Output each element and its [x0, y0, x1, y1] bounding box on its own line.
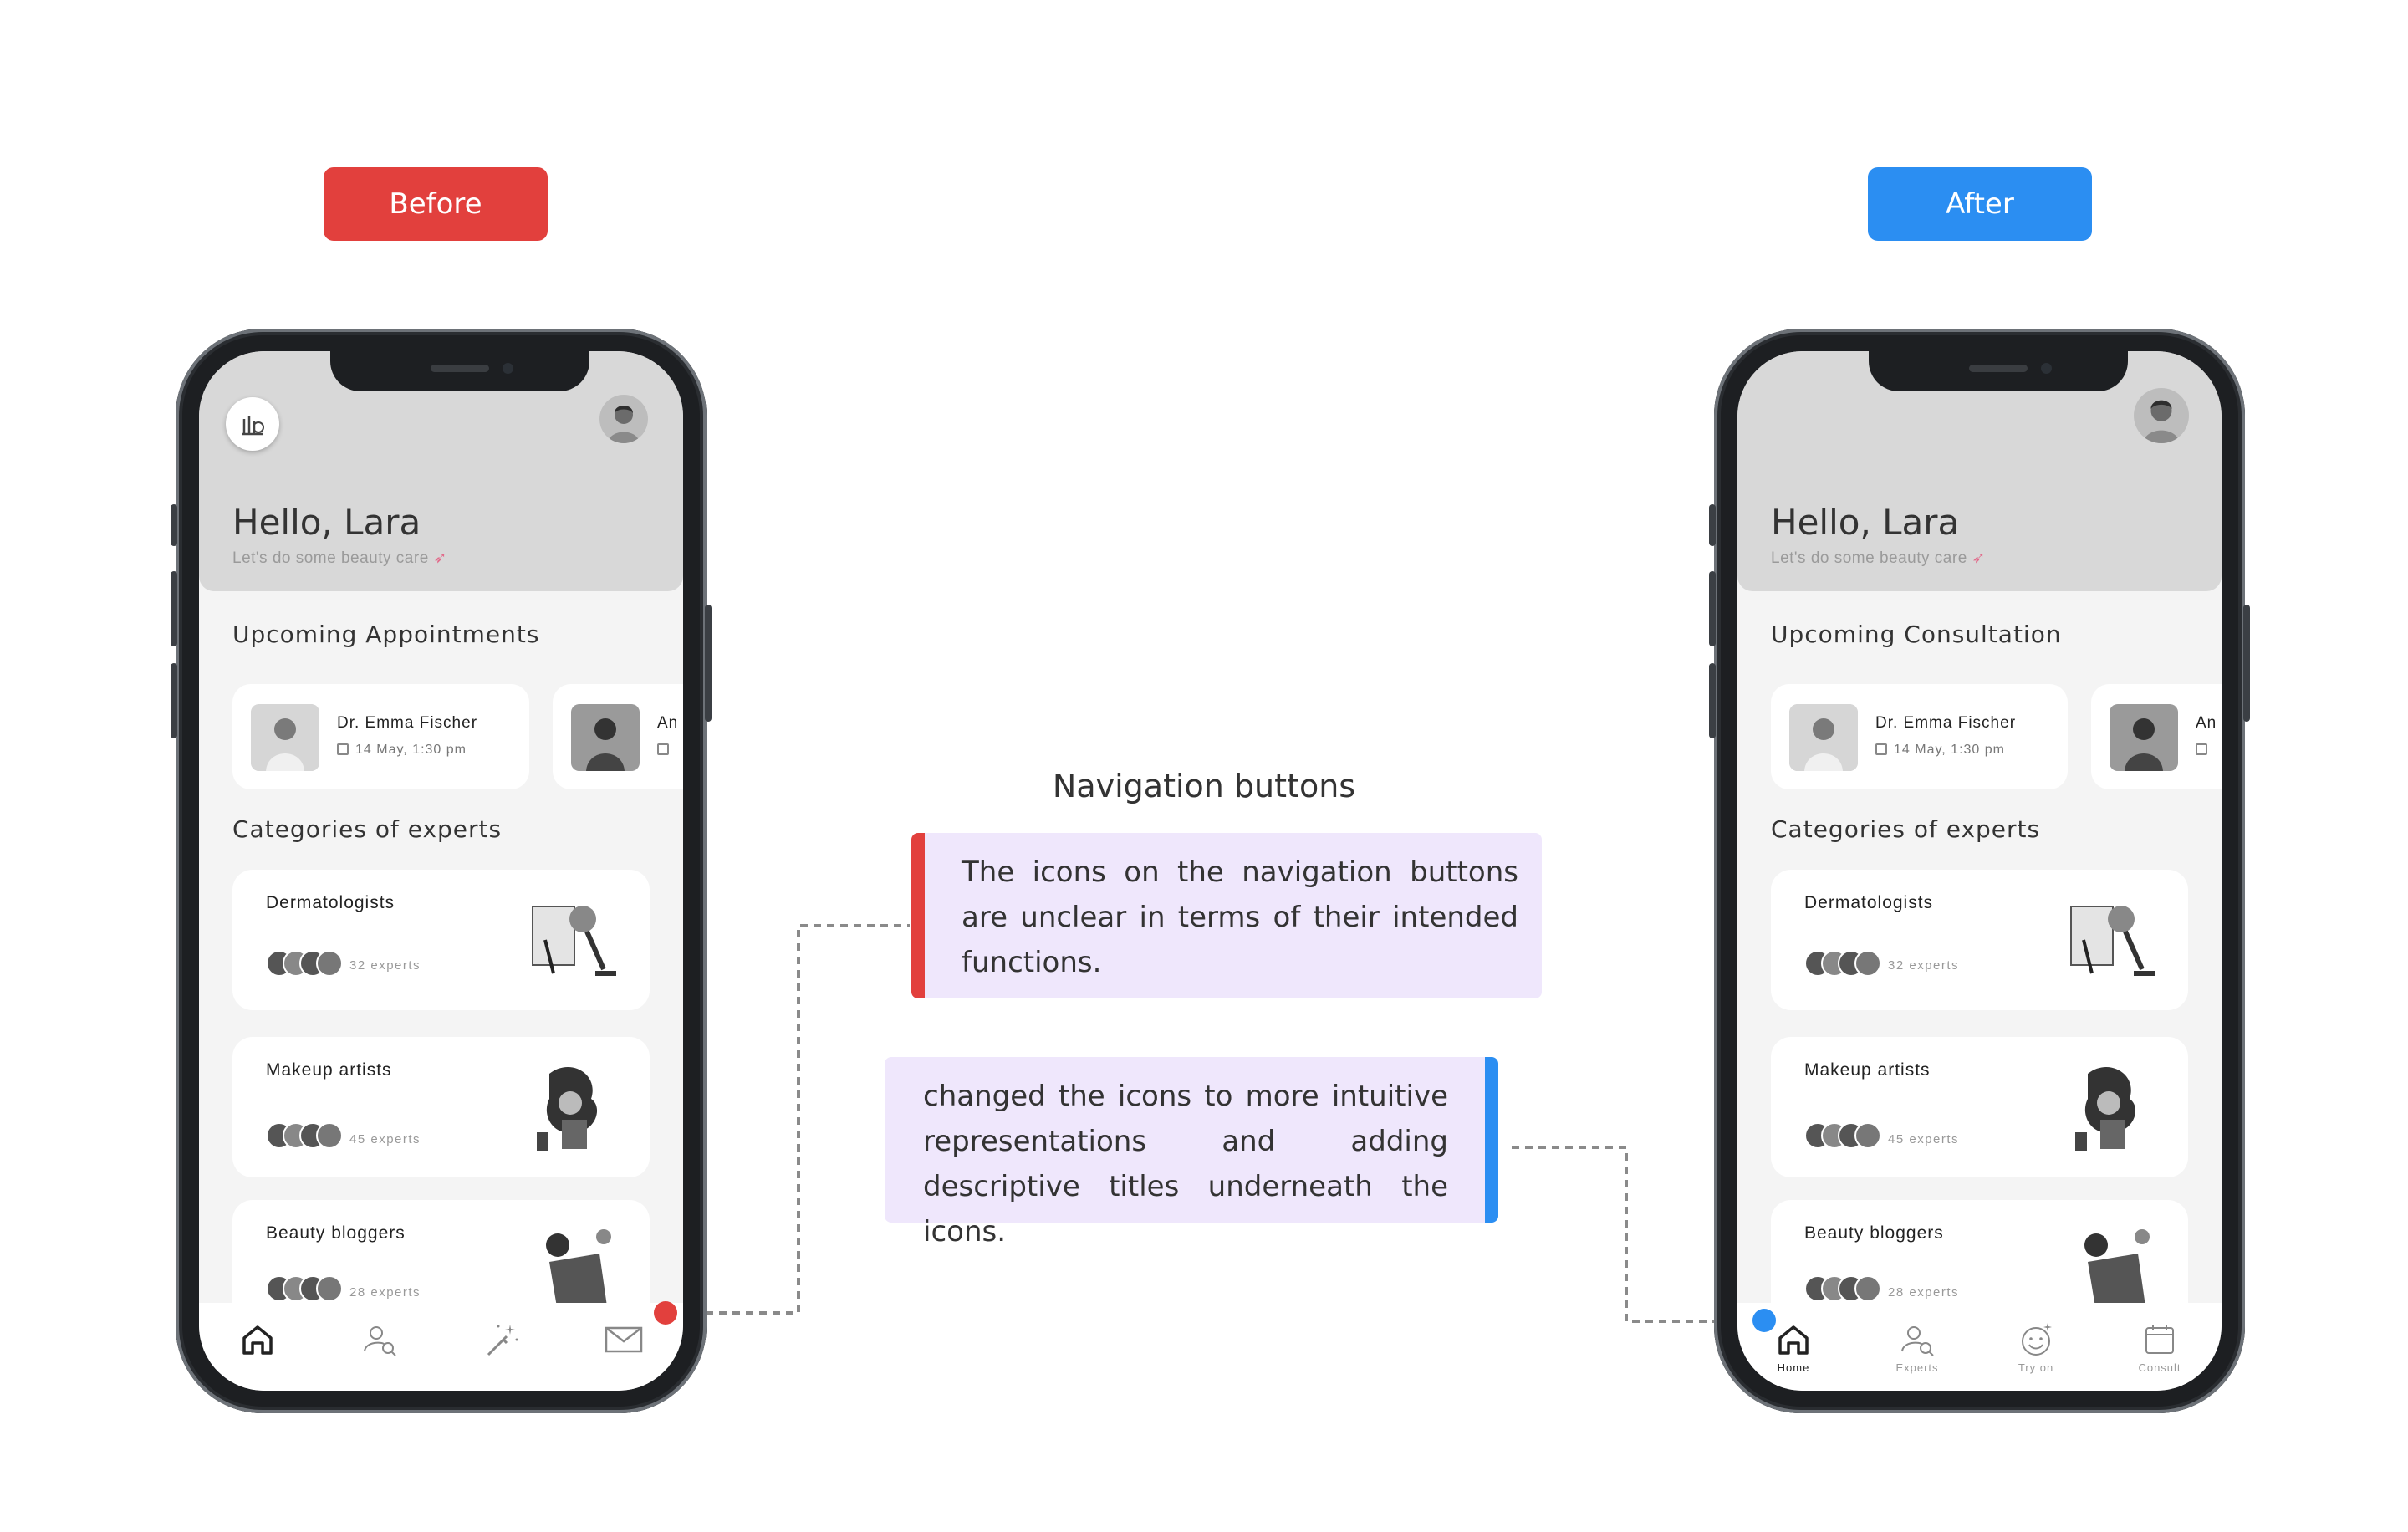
makeup-artist-illustration — [2075, 1066, 2136, 1151]
nav-label: Consult — [2138, 1361, 2181, 1374]
appointments-title: Upcoming Appointments — [232, 620, 540, 648]
category-count: 32 experts — [349, 958, 421, 973]
microscope-illustration — [532, 906, 616, 976]
greeting: Hello, Lara — [232, 502, 421, 543]
categories-title: Categories of experts — [232, 815, 503, 843]
before-label: Before — [324, 167, 548, 241]
expert-avatars — [266, 1122, 343, 1152]
nav-home[interactable] — [216, 1303, 299, 1391]
after-marker — [1752, 1309, 1776, 1332]
greeting-subtitle: Let's do some beauty care ➶ — [1771, 549, 1986, 567]
after-label: After — [1868, 167, 2092, 241]
nav-experts[interactable]: Experts — [1875, 1303, 1959, 1391]
category-title: Makeup artists — [266, 1060, 392, 1080]
doctor-name: Dr. Emma Fischer — [1875, 714, 2017, 732]
doctor-photo — [571, 704, 640, 771]
profile-avatar[interactable] — [599, 395, 648, 443]
nav-label: Try on — [2018, 1361, 2054, 1374]
category-count: 28 experts — [1888, 1285, 1960, 1300]
category-card-makeup-artists[interactable]: Makeup artists 45 experts — [232, 1037, 650, 1177]
app-screen: Hello, Lara Let's do some beauty care ➶ … — [1737, 351, 2222, 1391]
home-icon — [242, 1325, 273, 1355]
category-title: Beauty bloggers — [266, 1223, 406, 1243]
app-logo[interactable] — [226, 397, 279, 451]
bottom-navigation: Home Experts Try on Consult — [1737, 1303, 2222, 1391]
appointment-date: 14 May, 1:30 pm — [337, 743, 467, 758]
nav-consult[interactable]: Consult — [2118, 1303, 2201, 1391]
rocket-icon: ➶ — [433, 549, 447, 567]
doctor-photo — [2110, 704, 2178, 771]
makeup-artist-illustration — [537, 1066, 598, 1151]
appointment-card[interactable]: An — [2091, 684, 2222, 789]
expert-avatars — [1804, 1122, 1881, 1152]
category-card-dermatologists[interactable]: Dermatologists 32 experts — [232, 870, 650, 1010]
nav-experts[interactable] — [338, 1303, 421, 1391]
nav-messages[interactable] — [582, 1303, 666, 1391]
profile-avatar[interactable] — [2134, 388, 2189, 443]
category-title: Dermatologists — [1804, 893, 1934, 912]
app-screen: Hello, Lara Let's do some beauty care ➶ … — [199, 351, 683, 1391]
appointment-date: 14 May, 1:30 pm — [1875, 743, 2005, 758]
greeting-subtitle: Let's do some beauty care ➶ — [232, 549, 447, 567]
category-title: Makeup artists — [1804, 1060, 1931, 1080]
category-count: 32 experts — [1888, 958, 1960, 973]
before-marker — [654, 1301, 677, 1325]
search-user-icon — [1901, 1326, 1934, 1356]
solution-note: changed the icons to more intuitive repr… — [885, 1057, 1498, 1249]
rocket-icon: ➶ — [1972, 549, 1986, 567]
nav-try-on[interactable] — [460, 1303, 543, 1391]
nav-try-on[interactable]: Try on — [1994, 1303, 2078, 1391]
categories-title: Categories of experts — [1771, 815, 2041, 843]
category-card-dermatologists[interactable]: Dermatologists 32 experts — [1771, 870, 2188, 1010]
calendar-icon — [2196, 743, 2207, 755]
nav-label: Experts — [1895, 1361, 1939, 1374]
mail-icon — [605, 1326, 643, 1353]
category-count: 28 experts — [349, 1285, 421, 1300]
category-title: Dermatologists — [266, 893, 395, 912]
microscope-illustration — [2070, 906, 2155, 976]
appointment-card[interactable]: Dr. Emma Fischer 14 May, 1:30 pm — [232, 684, 529, 789]
problem-note: The icons on the navigation buttons are … — [911, 833, 1542, 998]
phone-after: Hello, Lara Let's do some beauty care ➶ … — [1709, 329, 2250, 1413]
magic-wand-icon — [487, 1325, 518, 1356]
expert-avatars — [1804, 1275, 1881, 1305]
calendar-icon — [337, 743, 349, 755]
search-user-icon — [364, 1326, 396, 1356]
expert-avatars — [1804, 950, 1881, 980]
consultations-title: Upcoming Consultation — [1771, 620, 2062, 648]
doctor-photo — [1789, 704, 1858, 771]
category-count: 45 experts — [349, 1132, 421, 1146]
doctor-name: Dr. Emma Fischer — [337, 714, 478, 732]
phone-before: Hello, Lara Let's do some beauty care ➶ … — [171, 329, 712, 1413]
doctor-name: An — [657, 714, 679, 732]
category-title: Beauty bloggers — [1804, 1223, 1944, 1243]
smiley-sparkle-icon — [2022, 1323, 2052, 1356]
annotation-title: Navigation buttons — [1052, 768, 1356, 804]
calendar-icon — [1875, 743, 1887, 755]
nav-label: Home — [1777, 1361, 1810, 1374]
calendar-icon — [657, 743, 669, 755]
appointment-card[interactable]: Dr. Emma Fischer 14 May, 1:30 pm — [1771, 684, 2068, 789]
greeting: Hello, Lara — [1771, 502, 1960, 543]
doctor-name: An — [2196, 714, 2217, 732]
category-count: 45 experts — [1888, 1132, 1960, 1146]
calendar-icon — [2145, 1325, 2174, 1354]
expert-avatars — [266, 950, 343, 980]
appointment-card[interactable]: An — [553, 684, 683, 789]
expert-avatars — [266, 1275, 343, 1305]
home-icon — [1778, 1325, 1809, 1355]
category-card-makeup-artists[interactable]: Makeup artists 45 experts — [1771, 1037, 2188, 1177]
bottom-navigation — [199, 1303, 683, 1391]
doctor-photo — [251, 704, 319, 771]
